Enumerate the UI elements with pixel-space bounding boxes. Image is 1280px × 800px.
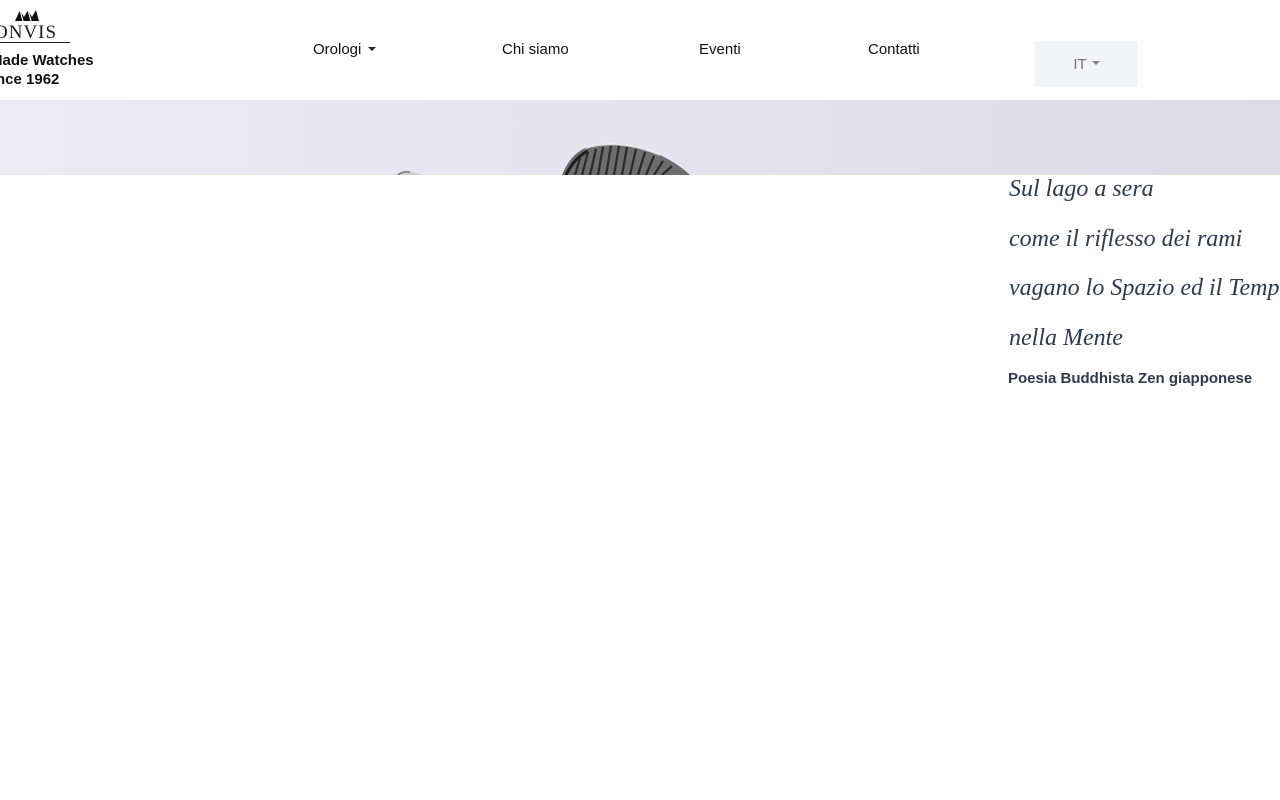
brand-name: ONVIS [0,22,58,43]
poem-line: come il riflesso dei rami [1009,225,1243,252]
watch-bezel-photo [395,143,690,175]
language-selector[interactable]: IT [1035,41,1138,87]
poem-credit: Poesia Buddhista Zen giapponese [1008,370,1253,387]
nav-item-label: Contatti [868,41,920,58]
nav-item-label: Eventi [699,41,741,58]
nav-item-contatti[interactable]: Contatti [868,36,920,64]
double-peak-logo-icon [15,9,39,22]
language-label: IT [1073,55,1087,73]
nav-item-eventi[interactable]: Eventi [699,36,741,64]
poem-block: Sul lago a sera come il riflesso dei ram… [1009,165,1280,363]
hero-banner [0,100,1280,175]
site-header: ONVIS Made Watches nce 1962 Orologi Chi … [0,0,1280,100]
poem-line: Sul lago a sera [1009,176,1154,202]
caret-down-icon [1091,61,1100,65]
nav-item-label: Chi siamo [502,41,569,58]
brand-tagline-line1: Made Watches [0,52,94,69]
nav-item-label: Orologi [313,41,362,58]
nav-item-orologi[interactable]: Orologi [313,36,377,64]
nav-item-chi-siamo[interactable]: Chi siamo [502,36,569,64]
poem-line: vagano lo Spazio ed il Temp [1009,275,1280,301]
brand-divider [0,42,70,43]
brand-tagline-line2: nce 1962 [0,71,60,88]
poem-line: nella Mente [1009,324,1123,351]
caret-down-icon [368,47,377,52]
brand-logo[interactable]: ONVIS Made Watches nce 1962 [0,6,124,96]
